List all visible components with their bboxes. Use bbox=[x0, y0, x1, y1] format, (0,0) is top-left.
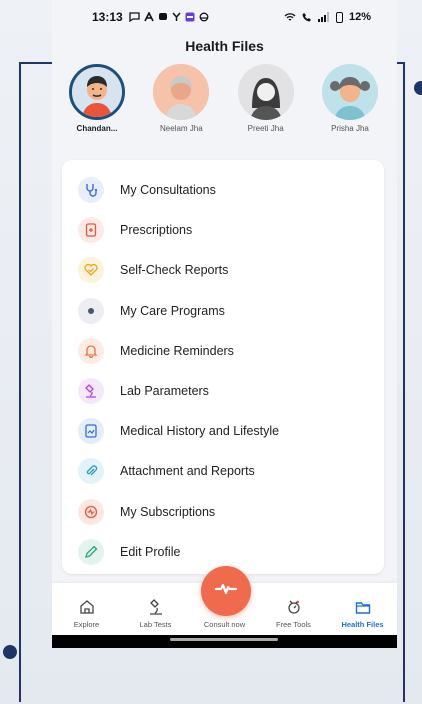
nav-health-files[interactable]: Health Files bbox=[330, 597, 396, 629]
menu-label: My Subscriptions bbox=[120, 504, 216, 519]
menu-item-prescriptions[interactable]: Prescriptions bbox=[62, 210, 384, 250]
menu-item-medical-history[interactable]: Medical History and Lifestyle bbox=[62, 411, 384, 451]
profile-selector: Chandan... Neelam Jha Preeti Jha Prisha … bbox=[52, 58, 397, 133]
page-title: Health Files bbox=[185, 38, 264, 54]
nav-label: Explore bbox=[73, 620, 100, 629]
home-icon bbox=[77, 597, 97, 617]
cloud-icon bbox=[199, 12, 209, 22]
decorative-dot bbox=[3, 645, 17, 659]
bell-icon bbox=[78, 337, 104, 364]
nav-explore[interactable]: Explore bbox=[54, 597, 120, 629]
call-icon bbox=[302, 13, 311, 22]
nav-label: Free Tools bbox=[276, 620, 311, 629]
chat-icon bbox=[158, 13, 167, 20]
menu-label: Self-Check Reports bbox=[120, 263, 229, 278]
tools-icon bbox=[284, 597, 304, 617]
signal-icon bbox=[317, 12, 329, 22]
profile-name: Prisha Jha bbox=[331, 124, 369, 133]
menu-label: Attachment and Reports bbox=[120, 464, 255, 479]
avatar bbox=[69, 64, 125, 120]
nav-lab-tests[interactable]: Lab Tests bbox=[123, 597, 189, 629]
avatar bbox=[153, 64, 210, 120]
menu-label: My Consultations bbox=[120, 183, 216, 198]
battery-icon bbox=[335, 11, 343, 23]
menu-label: Lab Parameters bbox=[120, 384, 209, 399]
menu-item-my-consultations[interactable]: My Consultations bbox=[62, 170, 384, 210]
menu-item-lab-parameters[interactable]: Lab Parameters bbox=[62, 371, 384, 411]
care-program-icon bbox=[78, 297, 104, 324]
pencil-icon bbox=[78, 538, 104, 565]
stethoscope-icon bbox=[78, 177, 104, 204]
system-navigation-bar bbox=[52, 635, 397, 648]
menu-label: Prescriptions bbox=[120, 223, 193, 238]
menu-label: Medical History and Lifestyle bbox=[120, 424, 280, 439]
decorative-dot bbox=[414, 81, 422, 95]
profile-preeti[interactable]: Preeti Jha bbox=[235, 64, 297, 133]
status-bar: 13:13 12% bbox=[52, 0, 397, 34]
menu-item-self-check-reports[interactable]: Self-Check Reports bbox=[62, 250, 384, 290]
menu-item-attachment-reports[interactable]: Attachment and Reports bbox=[62, 451, 384, 491]
home-gesture-handle[interactable] bbox=[170, 638, 278, 641]
nav-label: Lab Tests bbox=[139, 620, 172, 629]
y-app-icon bbox=[172, 12, 181, 21]
menu-item-medicine-reminders[interactable]: Medicine Reminders bbox=[62, 331, 384, 371]
heartbeat-icon bbox=[213, 576, 239, 607]
menu-item-my-subscriptions[interactable]: My Subscriptions bbox=[62, 492, 384, 532]
phone-screen: 13:13 12% Health Files Chandan... Neelam… bbox=[52, 0, 397, 648]
health-files-menu: My Consultations Prescriptions Self-Chec… bbox=[62, 160, 384, 574]
menu-label: My Care Programs bbox=[120, 303, 225, 318]
profile-name: Preeti Jha bbox=[247, 124, 284, 133]
microscope-icon bbox=[78, 378, 104, 405]
subscription-icon bbox=[78, 498, 104, 525]
message-icon bbox=[129, 12, 140, 22]
microscope-icon bbox=[146, 597, 166, 617]
profile-prisha[interactable]: Prisha Jha bbox=[319, 64, 381, 133]
status-time: 13:13 bbox=[92, 10, 123, 24]
notification-icons bbox=[129, 12, 209, 22]
menu-item-my-care-programs[interactable]: My Care Programs bbox=[62, 291, 384, 331]
profile-neelam[interactable]: Neelam Jha bbox=[150, 64, 212, 133]
paperclip-icon bbox=[78, 458, 104, 485]
prescription-icon bbox=[78, 217, 104, 244]
nav-label: Health Files bbox=[341, 620, 384, 629]
menu-label: Medicine Reminders bbox=[120, 343, 234, 358]
profile-name: Neelam Jha bbox=[159, 124, 203, 133]
nav-label: Consult now bbox=[203, 620, 246, 629]
wifi-icon bbox=[284, 13, 296, 21]
history-document-icon bbox=[78, 418, 104, 445]
profile-chandan[interactable]: Chandan... bbox=[66, 64, 128, 133]
purple-app-icon bbox=[185, 12, 195, 22]
heart-check-icon bbox=[78, 257, 104, 284]
avatar bbox=[237, 64, 294, 120]
battery-percent: 12% bbox=[348, 11, 371, 23]
consult-now-button[interactable] bbox=[201, 566, 251, 616]
app-a-icon bbox=[143, 12, 154, 22]
avatar bbox=[321, 64, 378, 120]
folder-icon bbox=[353, 597, 373, 617]
profile-name: Chandan... bbox=[76, 124, 118, 133]
nav-free-tools[interactable]: Free Tools bbox=[261, 597, 327, 629]
menu-label: Edit Profile bbox=[120, 544, 181, 559]
